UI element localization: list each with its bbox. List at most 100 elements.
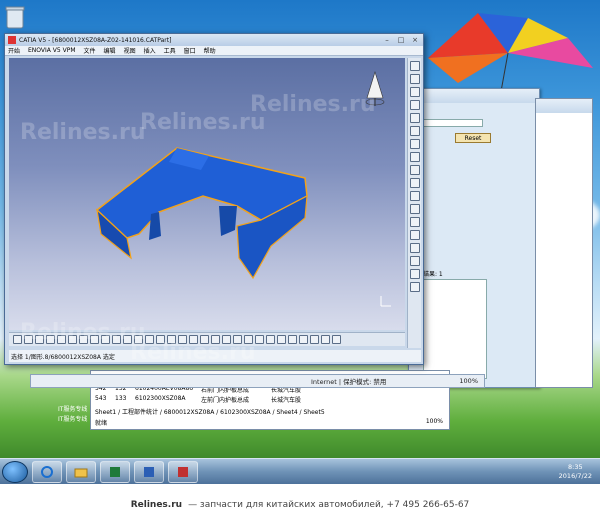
tool-icon[interactable]: [156, 335, 165, 344]
tool-icon[interactable]: [410, 100, 420, 110]
part-model: [95, 70, 391, 307]
bottom-toolbar: [9, 332, 405, 346]
table-cell: 543: [95, 395, 107, 402]
tool-icon[interactable]: [255, 335, 264, 344]
tool-icon[interactable]: [410, 113, 420, 123]
tool-icon[interactable]: [233, 335, 242, 344]
menu-edit[interactable]: 编辑: [104, 46, 116, 55]
tool-icon[interactable]: [266, 335, 275, 344]
tool-icon[interactable]: [410, 204, 420, 214]
status-bar: 选择 1/图形.8/6800012XSZ08A 选定: [9, 350, 421, 362]
tool-icon[interactable]: [112, 335, 121, 344]
catia-title-bar[interactable]: CATIA V5 - [6800012XSZ08A-Z02-141016.CAT…: [5, 34, 423, 46]
excel-zoom[interactable]: 100%: [426, 418, 443, 425]
window-title: CATIA V5 - [6800012XSZ08A-Z02-141016.CAT…: [19, 36, 172, 44]
tool-icon[interactable]: [332, 335, 341, 344]
folder-taskbar-icon[interactable]: [66, 460, 96, 483]
ie-status-bar: Internet | 保护模式: 禁用 100%: [30, 374, 485, 388]
table-row[interactable]: 543 133 6102300XSZ08A 左前门内护板总成 长城汽车股: [95, 395, 315, 404]
tool-icon[interactable]: [178, 335, 187, 344]
desktop: Reset 结果: 1 5411306802010XEV08A88左前门内饰总成…: [0, 0, 600, 458]
tool-icon[interactable]: [244, 335, 253, 344]
close-button[interactable]: ×: [410, 36, 420, 44]
status-text: 选择 1/图形.8/6800012XSZ08A 选定: [11, 353, 115, 361]
tool-icon[interactable]: [200, 335, 209, 344]
catalog-window[interactable]: Reset 结果: 1: [408, 88, 540, 388]
tool-icon[interactable]: [35, 335, 44, 344]
right-toolbar: [407, 58, 421, 348]
menu-enovia[interactable]: ENOVIA V5 VPM: [28, 47, 76, 54]
clock-date: 2016/7/22: [558, 471, 592, 480]
menu-help[interactable]: 帮助: [204, 46, 216, 55]
tool-icon[interactable]: [277, 335, 286, 344]
excel-taskbar-icon[interactable]: [100, 460, 130, 483]
axis-icon: [380, 296, 391, 307]
tool-icon[interactable]: [410, 282, 420, 292]
tool-icon[interactable]: [46, 335, 55, 344]
menu-tools[interactable]: 工具: [164, 46, 176, 55]
tool-icon[interactable]: [211, 335, 220, 344]
tool-icon[interactable]: [410, 243, 420, 253]
tool-icon[interactable]: [90, 335, 99, 344]
tool-icon[interactable]: [410, 139, 420, 149]
tool-icon[interactable]: [410, 126, 420, 136]
menu-file[interactable]: 文件: [84, 46, 96, 55]
clock-time: 8:35: [568, 462, 583, 471]
side-item: IT服务专线: [58, 416, 88, 423]
tool-icon[interactable]: [222, 335, 231, 344]
restore-button[interactable]: □: [396, 36, 406, 44]
tool-icon[interactable]: [79, 335, 88, 344]
tool-icon[interactable]: [410, 256, 420, 266]
word-taskbar-icon[interactable]: [134, 460, 164, 483]
table-cell: 长城汽车股: [271, 397, 302, 404]
tool-icon[interactable]: [299, 335, 308, 344]
table-cell: 133: [115, 395, 127, 402]
recycle-bin-icon[interactable]: [4, 4, 26, 30]
tool-icon[interactable]: [101, 335, 110, 344]
tool-icon[interactable]: [410, 152, 420, 162]
footer: Relines.ru — запчасти для китайских авто…: [0, 484, 600, 525]
menu-bar: 开始 ENOVIA V5 VPM 文件 编辑 视图 插入 工具 窗口 帮助: [5, 46, 423, 56]
table-cell: 6102300XSZ08A: [135, 395, 186, 402]
table-cell: 左前门内护板总成: [201, 397, 250, 404]
tool-icon[interactable]: [410, 217, 420, 227]
menu-view[interactable]: 视图: [124, 46, 136, 55]
catia-window[interactable]: CATIA V5 - [6800012XSZ08A-Z02-141016.CAT…: [4, 33, 424, 365]
reset-button[interactable]: Reset: [455, 133, 491, 143]
tool-icon[interactable]: [410, 269, 420, 279]
tool-icon[interactable]: [410, 87, 420, 97]
tool-icon[interactable]: [57, 335, 66, 344]
tool-icon[interactable]: [410, 165, 420, 175]
tool-icon[interactable]: [123, 335, 132, 344]
tool-icon[interactable]: [310, 335, 319, 344]
tool-icon[interactable]: [13, 335, 22, 344]
tool-icon[interactable]: [410, 191, 420, 201]
menu-insert[interactable]: 插入: [144, 46, 156, 55]
tool-icon[interactable]: [321, 335, 330, 344]
tool-icon[interactable]: [410, 74, 420, 84]
tool-icon[interactable]: [410, 230, 420, 240]
excel-status: 就绪: [95, 420, 108, 427]
3d-viewport[interactable]: [9, 58, 405, 330]
tool-icon[interactable]: [410, 178, 420, 188]
tool-icon[interactable]: [68, 335, 77, 344]
tool-icon[interactable]: [167, 335, 176, 344]
minimize-button[interactable]: –: [382, 36, 392, 44]
catia-taskbar-icon[interactable]: [168, 460, 198, 483]
tool-icon[interactable]: [288, 335, 297, 344]
compass-icon: [365, 70, 385, 106]
catia-logo-icon: [8, 36, 16, 44]
tool-icon[interactable]: [134, 335, 143, 344]
menu-window[interactable]: 窗口: [184, 46, 196, 55]
tool-icon[interactable]: [145, 335, 154, 344]
tool-icon[interactable]: [24, 335, 33, 344]
clock[interactable]: 8:35 2016/7/22: [559, 463, 592, 481]
menu-start[interactable]: 开始: [8, 46, 20, 55]
start-button[interactable]: [2, 460, 28, 483]
screenshot: Reset 结果: 1 5411306802010XEV08A88左前门内饰总成…: [0, 0, 600, 525]
tool-icon[interactable]: [410, 61, 420, 71]
sheet-tabs[interactable]: Sheet1 / 工程部件统计 / 6800012XSZ08A / 610230…: [95, 407, 325, 416]
ie-taskbar-icon[interactable]: [32, 460, 62, 483]
ie-zoom[interactable]: 100%: [459, 377, 478, 385]
tool-icon[interactable]: [189, 335, 198, 344]
